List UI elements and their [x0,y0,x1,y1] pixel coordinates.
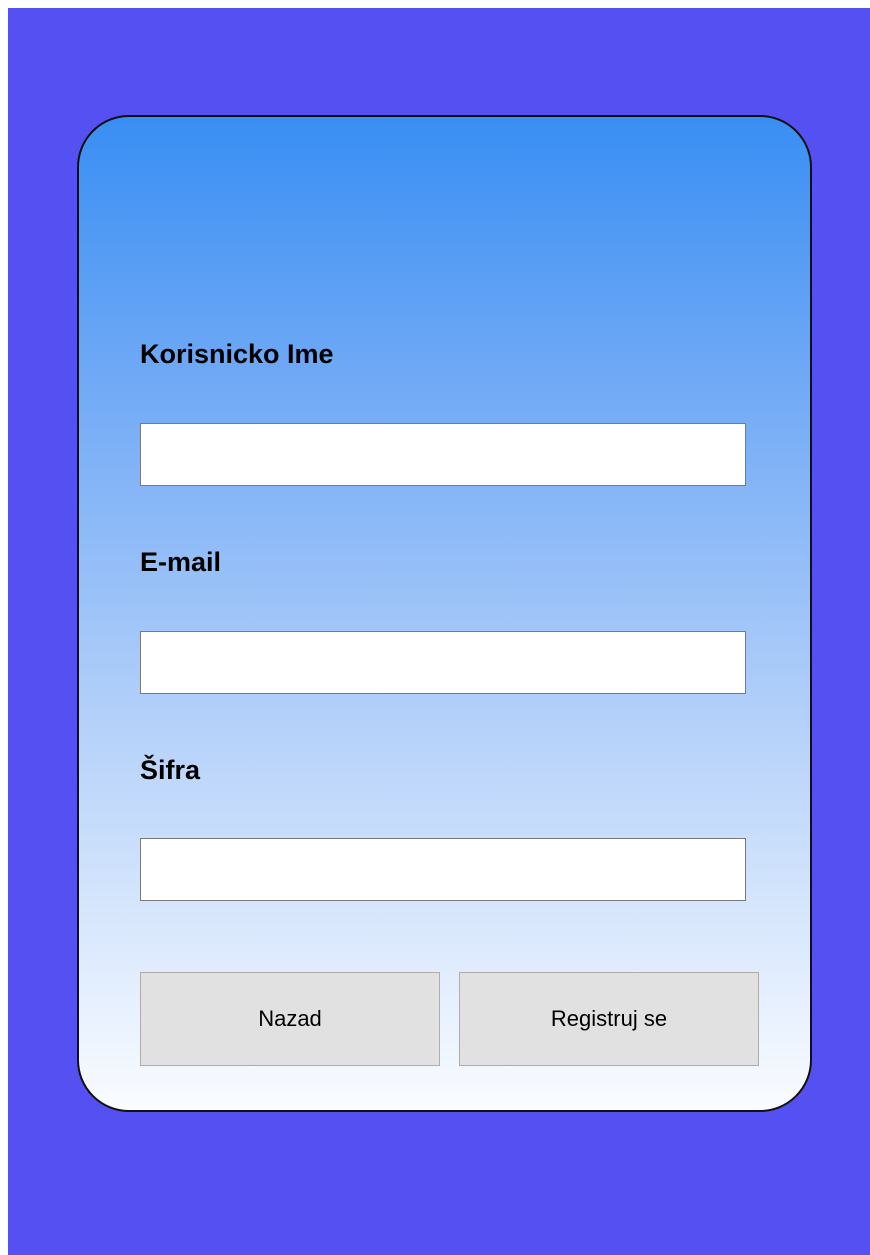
password-input[interactable] [140,838,746,901]
email-input[interactable] [140,631,746,694]
back-button[interactable]: Nazad [140,972,440,1066]
app-window: Korisnicko Ime E-mail Šifra Nazad Regist… [8,8,870,1255]
registration-card: Korisnicko Ime E-mail Šifra Nazad Regist… [77,115,812,1112]
email-label: E-mail [140,547,222,577]
password-label: Šifra [140,755,201,785]
username-label: Korisnicko Ime [140,339,334,369]
register-button[interactable]: Registruj se [459,972,759,1066]
username-input[interactable] [140,423,746,486]
